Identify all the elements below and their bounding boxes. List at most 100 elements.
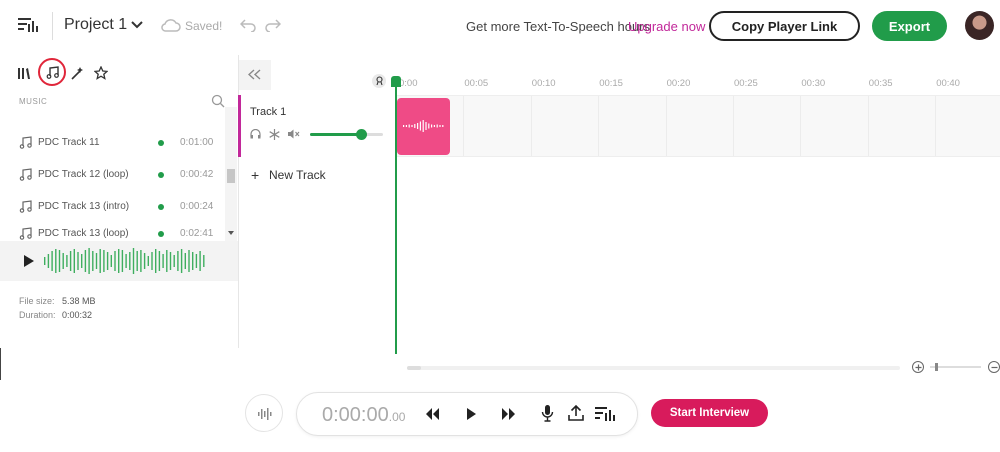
new-track-button[interactable]: New Track [269,168,326,182]
list-item[interactable]: PDC Track 13 (loop) 0:02:41 [0,223,225,241]
wave-bar [95,253,98,269]
scroll-down-icon[interactable] [228,231,234,236]
music-note-icon [19,136,32,149]
wave-bar [77,252,79,270]
list-item[interactable]: PDC Track 11 0:01:00 [0,127,225,159]
media-panel: MUSIC PDC Track 11 0:01:00 PDC Track 12 … [0,55,238,348]
upload-icon[interactable] [568,404,584,422]
file-size-value: 5.38 MB [62,296,96,306]
wave-bar [88,248,90,274]
track-name: PDC Track 13 (loop) [38,228,129,239]
volume-fill [310,133,362,136]
track-duration: 0:00:24 [180,201,214,212]
scrollbar-thumb[interactable] [227,169,235,183]
track-name[interactable]: Track 1 [250,106,286,118]
app-menu-icon[interactable] [18,15,38,35]
cloud-icon [161,17,181,33]
mute-icon[interactable] [288,129,300,139]
timeline-scrollbar[interactable] [407,366,900,370]
track-duration: 0:01:00 [180,137,214,148]
wave-bar [114,251,116,271]
collapse-panel-button[interactable] [239,60,271,90]
voice-effects-button[interactable] [245,394,283,432]
export-button[interactable]: Export [872,11,947,41]
clip-waveform [403,120,444,132]
library-icon[interactable] [17,66,31,80]
volume-slider[interactable] [310,129,383,140]
star-icon[interactable] [94,66,108,80]
wave-bar [439,125,441,127]
wave-bar [405,125,407,127]
tick-label: 0:00 [399,78,418,89]
time-ruler[interactable]: 0:00 00:05 00:10 00:15 00:20 00:25 00:30 00:35 0… [397,74,1000,94]
text-to-speech-icon[interactable] [595,405,615,423]
zoom-out-icon[interactable] [988,361,1000,373]
wave-bar [51,251,53,271]
music-note-icon [19,227,32,240]
tick-label: 00:20 [666,78,691,89]
zoom-in-icon[interactable] [912,361,924,373]
upgrade-link[interactable]: Upgrade now [628,19,705,34]
time-display: 0:00:00.00 [322,404,405,427]
wave-bar [147,256,149,266]
list-item[interactable]: PDC Track 12 (loop) 0:00:42 [0,159,225,191]
zoom-slider[interactable] [930,363,981,371]
play-icon[interactable] [24,255,34,267]
wave-bar [73,249,75,273]
scrollbar-thumb[interactable] [407,366,421,370]
zoom-handle[interactable] [935,363,938,371]
wave-bar [121,250,124,272]
tab-music[interactable] [38,58,66,86]
wave-bar [199,251,201,271]
rewind-icon[interactable] [425,407,440,421]
copy-player-link-button[interactable]: Copy Player Link [709,11,860,41]
fast-forward-icon[interactable] [501,407,516,421]
preview-player [0,241,238,281]
tick-label: 00:40 [936,78,960,89]
plus-icon[interactable]: + [251,167,259,183]
search-icon[interactable] [211,94,225,108]
tick-label: 00:30 [801,78,826,89]
avatar[interactable] [965,11,994,40]
track-name: PDC Track 13 (intro) [38,201,130,212]
grid-line [665,96,667,156]
freeze-icon[interactable] [269,129,280,140]
status-dot [158,231,164,237]
undo-icon[interactable] [240,18,256,32]
wave-bar [99,249,101,273]
zoom-fit-icon[interactable] [372,74,386,88]
project-title[interactable]: Project 1 [64,16,127,34]
grid-line [598,96,600,156]
start-interview-button[interactable]: Start Interview [651,399,768,427]
wave-bar [180,249,183,273]
wave-bar [81,254,83,268]
redo-icon[interactable] [265,18,281,32]
playhead-line[interactable] [395,86,397,354]
list-item[interactable]: PDC Track 13 (intro) 0:00:24 [0,191,225,223]
status-dot [158,204,164,210]
track-duration: 0:02:41 [180,228,214,239]
play-icon[interactable] [466,407,477,421]
grid-line [867,96,869,156]
soundwave-icon [258,408,272,420]
volume-handle[interactable] [356,129,368,140]
wave-bar [110,255,112,267]
scrollbar[interactable] [225,107,237,241]
track-header: Track 1 [238,95,396,157]
wave-bar [184,253,186,269]
chevron-down-icon[interactable] [131,20,143,30]
duration-label: Duration: [19,310,56,320]
grid-line [800,96,802,156]
track-lane[interactable] [397,95,1000,157]
magic-wand-icon[interactable] [70,66,84,80]
status-dot [158,172,164,178]
microphone-icon[interactable] [541,404,554,422]
headphones-icon[interactable] [250,129,261,139]
waveform[interactable] [44,248,206,274]
wave-bar [129,252,131,270]
wave-bar [151,252,153,270]
audio-clip[interactable] [397,98,450,155]
music-note-icon [46,66,59,79]
wave-bar [422,120,424,132]
wave-bar [436,124,438,128]
